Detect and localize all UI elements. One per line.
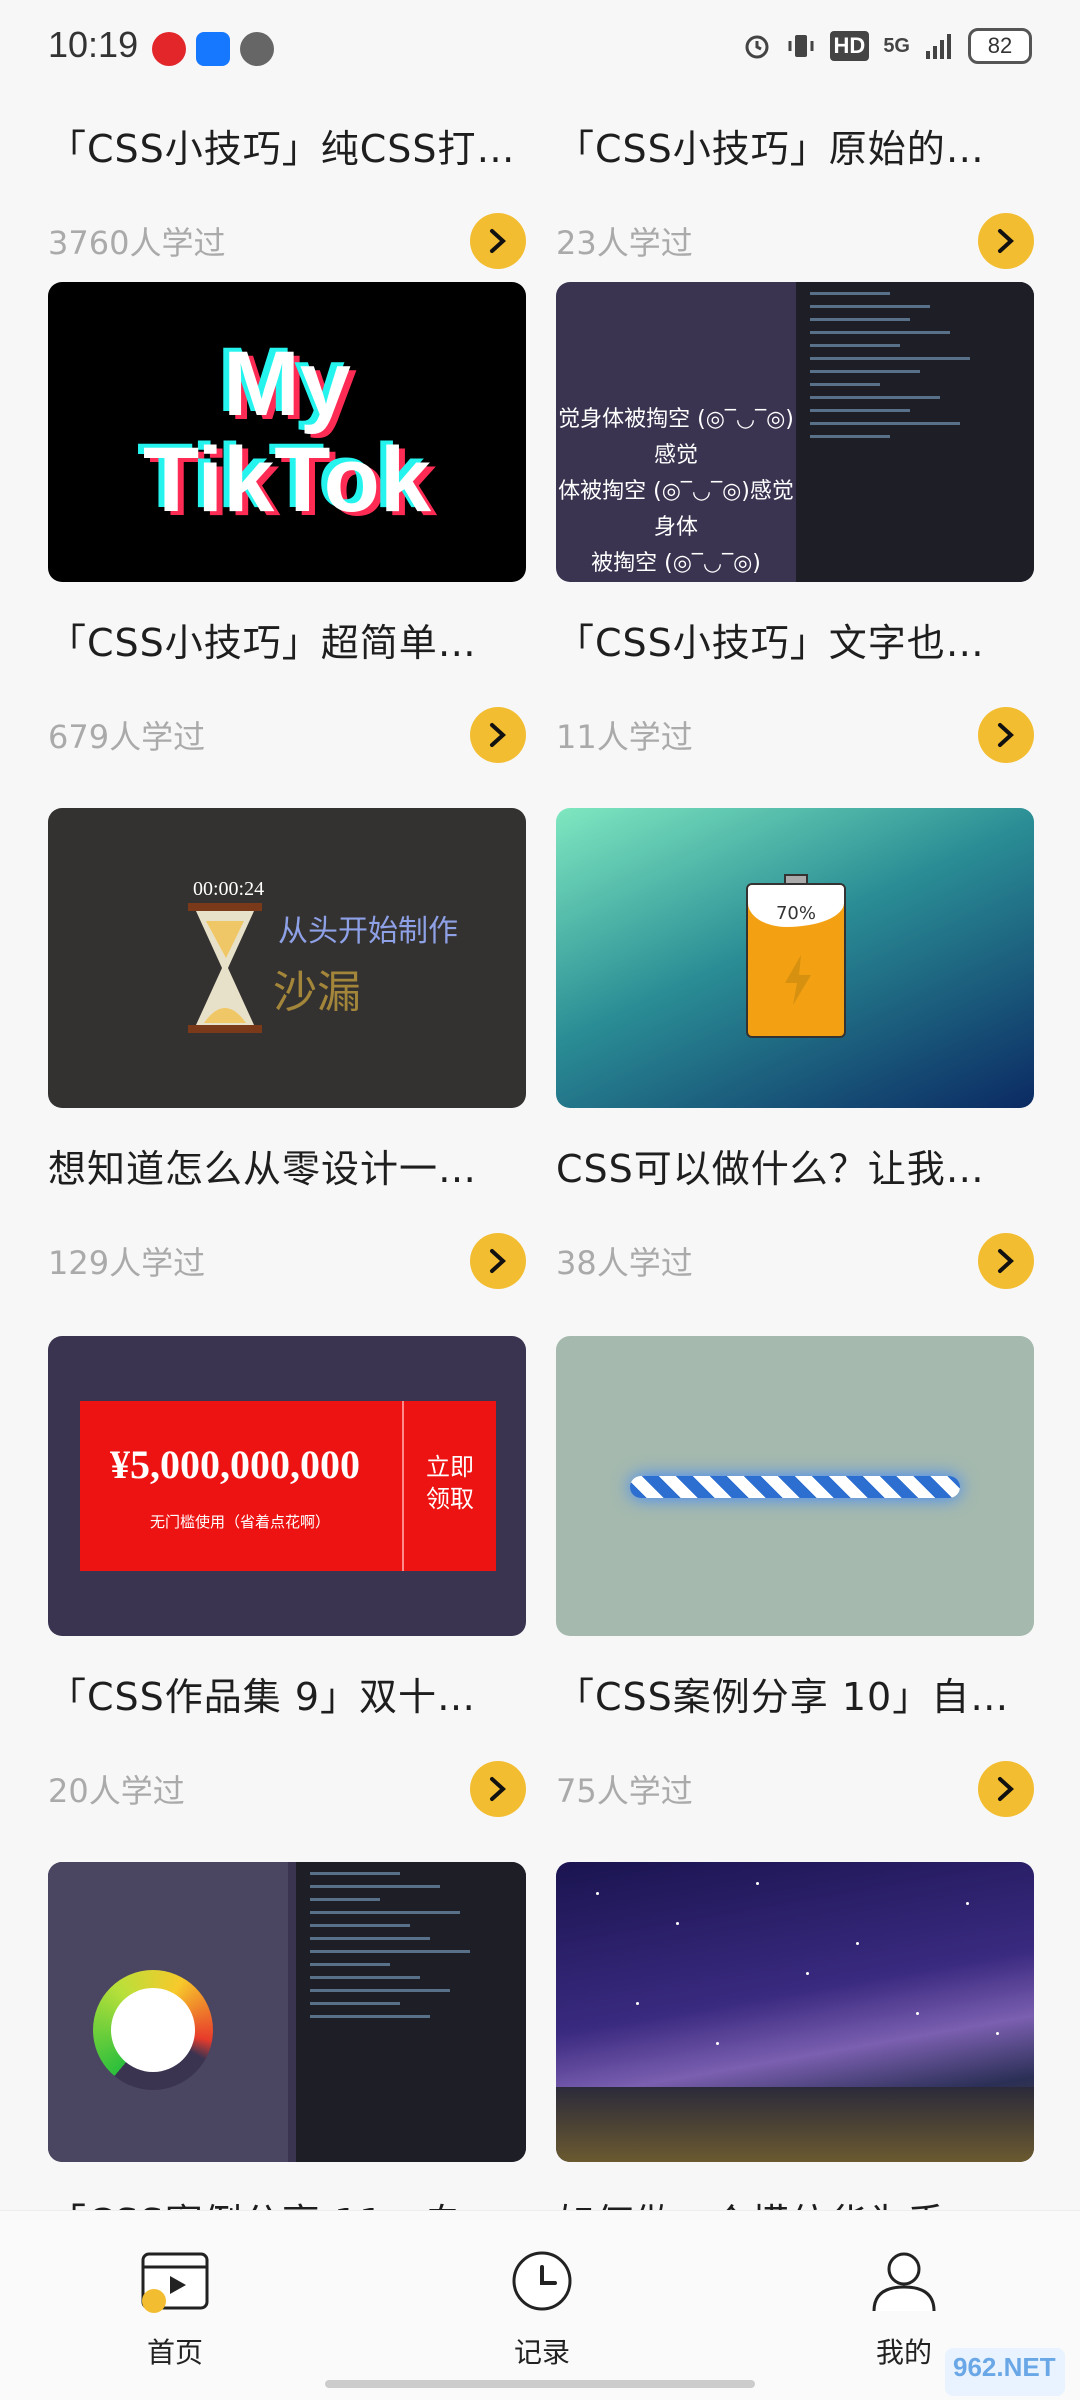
course-thumbnail: 觉身体被掏空 (◎‾◡‾◎)感觉 体被掏空 (◎‾◡‾◎)感觉身体 被掏空 (◎…: [556, 282, 1034, 582]
course-thumbnail: 70%: [556, 808, 1034, 1108]
course-thumbnail: [556, 1336, 1034, 1636]
go-arrow-button[interactable]: [978, 1761, 1034, 1817]
course-title: 「CSS小技巧」超简单…: [48, 621, 477, 665]
course-card[interactable]: 「CSS案例分享 10」自… 75人学过: [556, 1336, 1034, 1817]
battery-indicator: 82: [968, 28, 1032, 64]
status-right: HD 5G 82: [742, 28, 1032, 64]
thumb-text: 觉身体被掏空 (◎‾◡‾◎)感觉: [558, 407, 794, 468]
chevron-right-icon: [998, 229, 1014, 253]
learned-count: 129人学过: [48, 1244, 206, 1282]
gauge-graphic: [93, 1970, 213, 2090]
thumb-text: ¥5,000,000,000: [110, 1442, 360, 1487]
thumb-text: 00:00:24: [193, 878, 265, 900]
nav-records-label: 记录: [513, 2336, 570, 2369]
course-thumbnail: My TikTok: [48, 282, 526, 582]
course-title: 想知道怎么从零设计一…: [48, 1147, 478, 1191]
thumb-text: 被掏空 (◎‾◡‾◎): [591, 551, 761, 576]
chevron-right-icon: [490, 229, 506, 253]
network-label: 5G: [883, 34, 910, 57]
thumb-text: 无门槛使用（省着点花啊）: [150, 1513, 331, 1531]
chevron-right-icon: [490, 1249, 506, 1273]
home-indicator[interactable]: [325, 2380, 755, 2388]
go-arrow-button[interactable]: [470, 213, 526, 269]
course-card[interactable]: 70% CSS可以做什么？让我… 38人学过: [556, 808, 1034, 1289]
learned-count: 3760人学过: [48, 224, 226, 262]
thumb-text: TikTok: [143, 429, 431, 531]
hd-badge: HD: [829, 31, 870, 61]
thumb-text: 立即领取: [426, 1453, 474, 1513]
user-icon: [872, 2252, 936, 2312]
course-thumbnail: [48, 1862, 526, 2162]
code-panel: [796, 282, 1034, 582]
course-title: 「CSS小技巧」原始的…: [556, 127, 985, 171]
alipay-app-icon: [196, 32, 230, 66]
course-card[interactable]: 「CSS案例分享 11」自…: [48, 1862, 526, 2247]
watermark-logo: 962.NET: [945, 2348, 1065, 2396]
nav-home[interactable]: 首页: [95, 2249, 255, 2371]
coupon-graphic: ¥5,000,000,000 无门槛使用（省着点花啊） 立即领取: [80, 1401, 496, 1571]
go-arrow-button[interactable]: [470, 1761, 526, 1817]
go-arrow-button[interactable]: [470, 707, 526, 763]
course-thumbnail: 00:00:24 从头开始制作 沙漏: [48, 808, 526, 1108]
watermark-text: 962.NET: [953, 2352, 1056, 2382]
course-title: 「CSS小技巧」文字也…: [556, 621, 985, 665]
thumb-text: 沙漏: [273, 967, 361, 1018]
vibrate-icon: [788, 35, 814, 57]
course-card[interactable]: 如何做一个模仿华为手…: [556, 1862, 1034, 2247]
message-app-icon: [240, 32, 274, 66]
course-title: 「CSS作品集 9」双十…: [48, 1675, 477, 1719]
chevron-right-icon: [998, 723, 1014, 747]
learned-count: 20人学过: [48, 1772, 185, 1810]
course-card[interactable]: 觉身体被掏空 (◎‾◡‾◎)感觉 体被掏空 (◎‾◡‾◎)感觉身体 被掏空 (◎…: [556, 282, 1034, 763]
course-card[interactable]: 00:00:24 从头开始制作 沙漏 想知道怎么从零设计一… 129人学过: [48, 808, 526, 1289]
home-video-icon: [141, 2252, 209, 2313]
code-panel: [296, 1862, 526, 2162]
thumb-text: 从头开始制作: [278, 914, 458, 949]
nav-home-label: 首页: [146, 2336, 203, 2369]
go-arrow-button[interactable]: [978, 1233, 1034, 1289]
striped-progress-bar: [630, 1476, 960, 1498]
status-time: 10:19: [48, 24, 139, 65]
go-arrow-button[interactable]: [978, 213, 1034, 269]
course-thumbnail: ¥5,000,000,000 无门槛使用（省着点花啊） 立即领取: [48, 1336, 526, 1636]
chevron-right-icon: [490, 1777, 506, 1801]
go-arrow-button[interactable]: [470, 1233, 526, 1289]
learned-count: 679人学过: [48, 718, 206, 756]
thumb-text: My: [223, 333, 351, 435]
bottom-nav: 首页 记录 我的: [0, 2210, 1080, 2400]
alarm-icon: [745, 35, 769, 59]
hourglass-icon: [188, 903, 262, 1033]
chevron-right-icon: [998, 1249, 1014, 1273]
course-thumbnail: [556, 1862, 1034, 2162]
learned-count: 38人学过: [556, 1244, 693, 1282]
status-bar: 10:19 HD 5G 82: [0, 0, 1080, 100]
lightning-icon: [785, 955, 811, 1005]
nav-records[interactable]: 记录: [462, 2249, 622, 2371]
signal-icon: [926, 34, 951, 59]
course-title: 「CSS小技巧」纯CSS打…: [48, 127, 516, 171]
learned-count: 75人学过: [556, 1772, 693, 1810]
clock-icon: [512, 2251, 572, 2311]
course-card[interactable]: My TikTok 「CSS小技巧」超简单… 679人学过: [48, 282, 526, 763]
chevron-right-icon: [490, 723, 506, 747]
thumb-text-block: 觉身体被掏空 (◎‾◡‾◎)感觉 体被掏空 (◎‾◡‾◎)感觉身体 被掏空 (◎…: [556, 402, 796, 582]
thumb-text: 体被掏空 (◎‾◡‾◎)感觉身体: [558, 479, 794, 540]
course-title: 「CSS案例分享 10」自…: [556, 1675, 1010, 1719]
chevron-right-icon: [998, 1777, 1014, 1801]
go-arrow-button[interactable]: [978, 707, 1034, 763]
metro-app-icon: [152, 32, 186, 66]
course-title: CSS可以做什么？让我…: [556, 1147, 985, 1191]
learned-count: 11人学过: [556, 718, 693, 756]
learned-count: 23人学过: [556, 224, 693, 262]
course-card[interactable]: ¥5,000,000,000 无门槛使用（省着点花啊） 立即领取 「CSS作品集…: [48, 1336, 526, 1817]
battery-graphic: 70%: [746, 883, 846, 1038]
thumb-text: 70%: [775, 903, 816, 924]
